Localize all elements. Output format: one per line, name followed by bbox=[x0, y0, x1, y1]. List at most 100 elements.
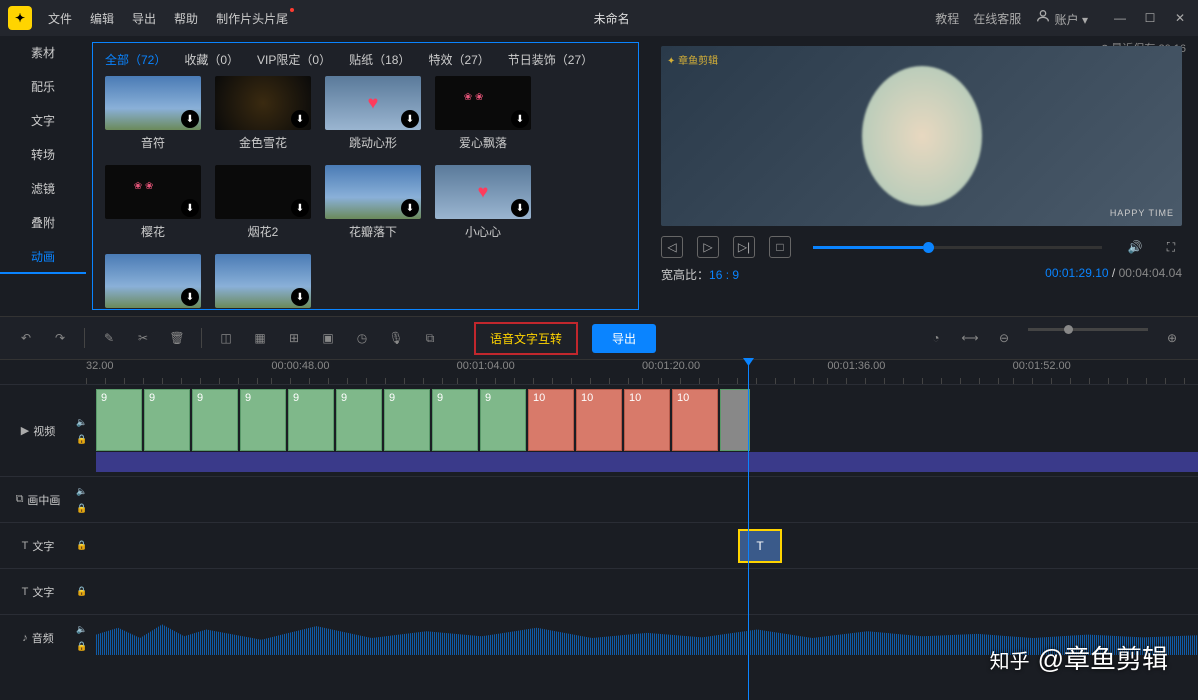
stop-button[interactable]: □ bbox=[769, 236, 791, 258]
freeze-icon[interactable]: ▣ bbox=[318, 328, 338, 348]
mosaic-icon[interactable]: ▦ bbox=[250, 328, 270, 348]
delete-icon[interactable]: 🗑 bbox=[167, 328, 187, 348]
fit-icon[interactable]: ⟷ bbox=[960, 328, 980, 348]
asset-thumb[interactable]: ⬇樱花 bbox=[105, 165, 201, 240]
asset-tab[interactable]: 节日装饰（27） bbox=[508, 51, 593, 68]
download-icon[interactable]: ⬇ bbox=[181, 288, 199, 306]
video-clip[interactable]: 10 bbox=[672, 389, 718, 451]
split-icon[interactable]: ⊞ bbox=[284, 328, 304, 348]
asset-thumb[interactable]: ⬇小心心 bbox=[435, 165, 531, 240]
video-clip[interactable]: 9 bbox=[432, 389, 478, 451]
download-icon[interactable]: ⬇ bbox=[401, 110, 419, 128]
redo-icon[interactable]: ↷ bbox=[50, 328, 70, 348]
asset-thumb[interactable]: ⬇ 音符 bbox=[105, 76, 201, 151]
zoom-slider[interactable] bbox=[1028, 328, 1148, 331]
sidebar-filter[interactable]: 滤镜 bbox=[0, 172, 86, 206]
video-clip[interactable]: 10 bbox=[528, 389, 574, 451]
video-audio-strip[interactable] bbox=[96, 452, 1198, 472]
menu-edit[interactable]: 编辑 bbox=[90, 10, 114, 27]
edit-icon[interactable]: ✎ bbox=[99, 328, 119, 348]
voice-icon[interactable]: 🎙 bbox=[386, 328, 406, 348]
window-minimize[interactable]: — bbox=[1110, 8, 1130, 28]
zoom-in-icon[interactable]: ⊕ bbox=[1162, 328, 1182, 348]
asset-thumb[interactable]: ⬇心形泡泡 bbox=[215, 254, 311, 310]
asset-label: 烟花2 bbox=[215, 223, 311, 240]
window-maximize[interactable]: ☐ bbox=[1140, 8, 1160, 28]
preview-scrubber[interactable] bbox=[813, 246, 1102, 249]
video-clip[interactable] bbox=[720, 389, 750, 451]
menu-help[interactable]: 帮助 bbox=[174, 10, 198, 27]
next-frame-button[interactable]: ▷| bbox=[733, 236, 755, 258]
sidebar-text[interactable]: 文字 bbox=[0, 104, 86, 138]
video-clip[interactable]: 9 bbox=[384, 389, 430, 451]
asset-label: 音符 bbox=[105, 134, 201, 151]
sidebar-transition[interactable]: 转场 bbox=[0, 138, 86, 172]
video-clip[interactable]: 9 bbox=[480, 389, 526, 451]
sidebar-music[interactable]: 配乐 bbox=[0, 70, 86, 104]
menu-export[interactable]: 导出 bbox=[132, 10, 156, 27]
download-icon[interactable]: ⬇ bbox=[511, 110, 529, 128]
aspect-ratio[interactable]: 16 : 9 bbox=[709, 268, 739, 282]
video-clip[interactable]: 9 bbox=[288, 389, 334, 451]
lock-icon[interactable]: 🔒 bbox=[76, 641, 90, 652]
video-clip[interactable]: 10 bbox=[576, 389, 622, 451]
playhead[interactable] bbox=[748, 360, 749, 700]
asset-thumb[interactable]: ⬇金色雪花 bbox=[215, 76, 311, 151]
time-ruler[interactable]: 32.0000:00:48.0000:01:04.0000:01:20.0000… bbox=[0, 360, 1198, 384]
mute-icon[interactable]: 🔈 bbox=[76, 486, 90, 497]
video-clip[interactable]: 9 bbox=[336, 389, 382, 451]
video-clip[interactable]: 9 bbox=[240, 389, 286, 451]
menu-intro-outro[interactable]: 制作片头片尾 bbox=[216, 10, 288, 27]
link-tutorial[interactable]: 教程 bbox=[935, 10, 959, 27]
lock-icon[interactable]: 🔒 bbox=[76, 503, 90, 514]
account-menu[interactable]: 账户 ▾ bbox=[1035, 8, 1088, 28]
prev-frame-button[interactable]: ◁ bbox=[661, 236, 683, 258]
asset-thumb[interactable]: ⬇结尾花 bbox=[105, 254, 201, 310]
lock-icon[interactable]: 🔒 bbox=[76, 434, 90, 445]
download-icon[interactable]: ⬇ bbox=[181, 110, 199, 128]
download-icon[interactable]: ⬇ bbox=[291, 110, 309, 128]
volume-icon[interactable]: 🔊 bbox=[1124, 236, 1146, 258]
preview-viewport[interactable]: ✦ 章鱼剪辑 HAPPY TIME bbox=[661, 46, 1182, 226]
marker-icon[interactable]: ◔ bbox=[926, 328, 946, 348]
asset-tab[interactable]: 特效（27） bbox=[428, 51, 489, 68]
window-close[interactable]: ✕ bbox=[1170, 8, 1190, 28]
sidebar-overlay[interactable]: 叠附 bbox=[0, 206, 86, 240]
voice-text-button[interactable]: 语音文字互转 bbox=[474, 322, 578, 355]
zoom-out-icon[interactable]: ⊖ bbox=[994, 328, 1014, 348]
video-clip[interactable]: 9 bbox=[144, 389, 190, 451]
asset-tab[interactable]: 全部（72） bbox=[105, 51, 166, 68]
asset-thumb[interactable]: ⬇跳动心形 bbox=[325, 76, 421, 151]
asset-tab[interactable]: 收藏（0） bbox=[184, 51, 239, 68]
mute-icon[interactable]: 🔈 bbox=[76, 624, 90, 635]
video-clip[interactable]: 9 bbox=[96, 389, 142, 451]
asset-tab[interactable]: 贴纸（18） bbox=[349, 51, 410, 68]
download-icon[interactable]: ⬇ bbox=[181, 199, 199, 217]
fullscreen-icon[interactable]: ⛶ bbox=[1160, 236, 1182, 258]
play-button[interactable]: ▷ bbox=[697, 236, 719, 258]
download-icon[interactable]: ⬇ bbox=[401, 199, 419, 217]
video-clip[interactable]: 9 bbox=[192, 389, 238, 451]
record-icon[interactable]: ⧉ bbox=[420, 328, 440, 348]
asset-thumb[interactable]: ⬇爱心飘落 bbox=[435, 76, 531, 151]
sidebar-animation[interactable]: 动画 bbox=[0, 240, 86, 274]
lock-icon[interactable]: 🔒 bbox=[76, 586, 90, 597]
text-clip-selected[interactable]: T bbox=[738, 529, 782, 563]
lock-icon[interactable]: 🔒 bbox=[76, 540, 90, 551]
asset-tab[interactable]: VIP限定（0） bbox=[257, 51, 331, 68]
asset-thumb[interactable]: ⬇ 烟花2 bbox=[215, 165, 311, 240]
download-icon[interactable]: ⬇ bbox=[291, 288, 309, 306]
video-clip[interactable]: 10 bbox=[624, 389, 670, 451]
export-button[interactable]: 导出 bbox=[592, 324, 656, 353]
menu-file[interactable]: 文件 bbox=[48, 10, 72, 27]
asset-thumb[interactable]: ⬇花瓣落下 bbox=[325, 165, 421, 240]
crop-icon[interactable]: ◫ bbox=[216, 328, 236, 348]
undo-icon[interactable]: ↶ bbox=[16, 328, 36, 348]
link-support[interactable]: 在线客服 bbox=[973, 10, 1021, 27]
sidebar-material[interactable]: 素材 bbox=[0, 36, 86, 70]
cut-icon[interactable]: ✂ bbox=[133, 328, 153, 348]
download-icon[interactable]: ⬇ bbox=[511, 199, 529, 217]
download-icon[interactable]: ⬇ bbox=[291, 199, 309, 217]
speed-icon[interactable]: ◷ bbox=[352, 328, 372, 348]
mute-icon[interactable]: 🔈 bbox=[76, 417, 90, 428]
